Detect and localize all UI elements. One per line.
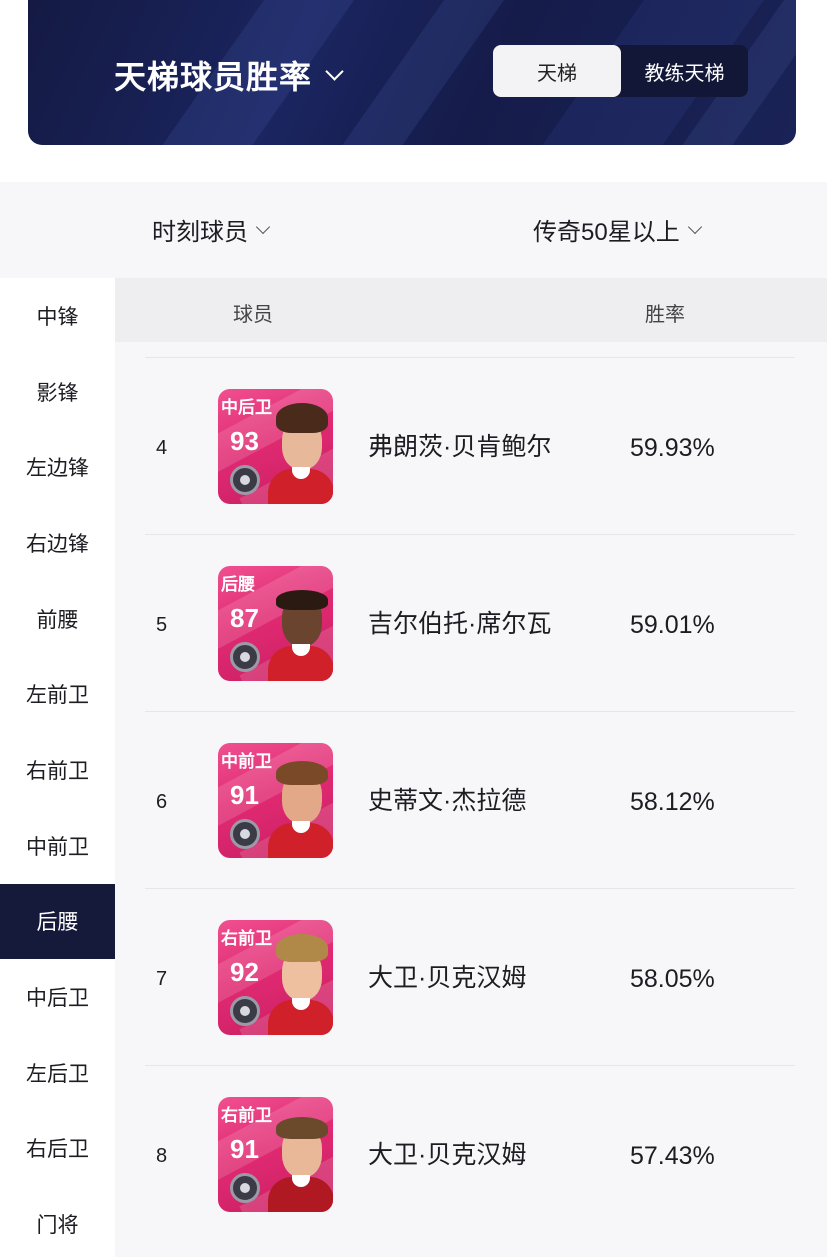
win-rate: 58.12% <box>630 788 715 816</box>
page: 天梯球员胜率 天梯 教练天梯 时刻球员 传奇50星以上 中锋 影锋 左边锋 右边… <box>0 0 827 1257</box>
win-rate: 57.43% <box>630 1142 715 1170</box>
table-row[interactable]: 6 中前卫 91 史蒂文·杰拉德 58.12% <box>145 711 795 888</box>
sidebar-item-dmf[interactable]: 后腰 <box>0 883 115 960</box>
player-name: 弗朗茨·贝肯鲍尔 <box>368 432 552 461</box>
sidebar-item-gk[interactable]: 门将 <box>0 1186 115 1257</box>
table-row[interactable]: 4 中后卫 93 弗朗茨·贝肯鲍尔 59.93% <box>145 357 795 534</box>
sidebar-item-cb[interactable]: 中后卫 <box>0 959 115 1035</box>
card-badge-icon <box>230 819 260 849</box>
card-rating: 87 <box>230 603 259 633</box>
sidebar-item-amf[interactable]: 前腰 <box>0 581 115 657</box>
win-rate: 59.93% <box>630 434 715 462</box>
rank: 4 <box>156 437 168 459</box>
win-rate: 59.01% <box>630 611 715 639</box>
card-badge-icon <box>230 465 260 495</box>
rank: 7 <box>156 968 168 990</box>
sidebar-item-rb[interactable]: 右后卫 <box>0 1111 115 1187</box>
sidebar-item-rmf[interactable]: 右前卫 <box>0 732 115 808</box>
card-position: 中前卫 <box>221 752 272 771</box>
player-name: 大卫·贝克汉姆 <box>368 963 527 992</box>
card-rating: 92 <box>230 957 259 987</box>
tab-coach-ladder[interactable]: 教练天梯 <box>621 45 748 97</box>
card-badge-icon <box>230 642 260 672</box>
player-card[interactable]: 中前卫 91 <box>218 743 333 858</box>
player-card[interactable]: 右前卫 92 <box>218 920 333 1035</box>
card-position: 后腰 <box>221 575 255 594</box>
player-type-label: 时刻球员 <box>152 219 248 246</box>
chevron-down-icon <box>687 219 702 234</box>
player-portrait <box>268 1111 333 1212</box>
sidebar-item-lwf[interactable]: 左边锋 <box>0 429 115 505</box>
title-dropdown[interactable]: 天梯球员胜率 <box>114 52 342 98</box>
page-title: 天梯球员胜率 <box>114 59 313 95</box>
player-portrait <box>268 934 333 1035</box>
level-label: 传奇50星以上 <box>533 219 680 246</box>
player-card[interactable]: 中后卫 93 <box>218 389 333 504</box>
filter-bar: 时刻球员 传奇50星以上 <box>0 182 827 278</box>
card-position: 中后卫 <box>221 398 272 417</box>
player-card[interactable]: 右前卫 91 <box>218 1097 333 1212</box>
card-rating: 91 <box>230 1134 259 1164</box>
win-rate: 58.05% <box>630 965 715 993</box>
card-rating: 91 <box>230 780 259 810</box>
player-name: 大卫·贝克汉姆 <box>368 1140 527 1169</box>
player-portrait <box>268 757 333 858</box>
table-row[interactable]: 5 后腰 87 吉尔伯托·席尔瓦 59.01% <box>145 534 795 711</box>
rank: 8 <box>156 1145 168 1167</box>
mode-toggle: 天梯 教练天梯 <box>493 45 748 97</box>
player-card[interactable]: 后腰 87 <box>218 566 333 681</box>
player-portrait <box>268 580 333 681</box>
position-sidebar: 中锋 影锋 左边锋 右边锋 前腰 左前卫 右前卫 中前卫 后腰 中后卫 左后卫 … <box>0 278 115 1257</box>
player-name: 吉尔伯托·席尔瓦 <box>368 609 552 638</box>
column-header-player: 球员 <box>233 304 273 326</box>
level-dropdown[interactable]: 传奇50星以上 <box>533 212 702 247</box>
banner-decoration <box>317 0 519 145</box>
rank: 6 <box>156 791 168 813</box>
sidebar-item-cmf[interactable]: 中前卫 <box>0 808 115 884</box>
card-position: 右前卫 <box>221 929 272 948</box>
tab-ladder[interactable]: 天梯 <box>493 45 621 97</box>
card-rating: 93 <box>230 426 259 456</box>
column-header-win-rate: 胜率 <box>645 304 685 326</box>
card-badge-icon <box>230 1173 260 1203</box>
sidebar-item-ss[interactable]: 影锋 <box>0 354 115 430</box>
chevron-down-icon <box>255 219 271 234</box>
sidebar-item-cf[interactable]: 中锋 <box>0 278 115 354</box>
sidebar-item-lmf[interactable]: 左前卫 <box>0 656 115 732</box>
chevron-down-icon <box>326 67 342 83</box>
card-position: 右前卫 <box>221 1106 272 1125</box>
player-name: 史蒂文·杰拉德 <box>368 786 527 815</box>
table-row[interactable]: 7 右前卫 92 大卫·贝克汉姆 58.05% <box>145 888 795 1065</box>
table-header: 球员 胜率 <box>115 278 827 342</box>
sidebar-item-rwf[interactable]: 右边锋 <box>0 505 115 581</box>
player-list: 4 中后卫 93 弗朗茨·贝肯鲍尔 59.93% 5 后腰 87 吉尔伯托·席尔… <box>115 342 827 1257</box>
card-badge-icon <box>230 996 260 1026</box>
header-banner: 天梯球员胜率 天梯 教练天梯 <box>28 0 796 145</box>
rank: 5 <box>156 614 168 636</box>
table-row[interactable]: 8 右前卫 91 大卫·贝克汉姆 57.43% <box>145 1065 795 1242</box>
header-area: 天梯球员胜率 天梯 教练天梯 <box>0 0 827 182</box>
player-portrait <box>268 403 333 504</box>
player-type-dropdown[interactable]: 时刻球员 <box>152 212 271 247</box>
sidebar-item-lb[interactable]: 左后卫 <box>0 1035 115 1111</box>
